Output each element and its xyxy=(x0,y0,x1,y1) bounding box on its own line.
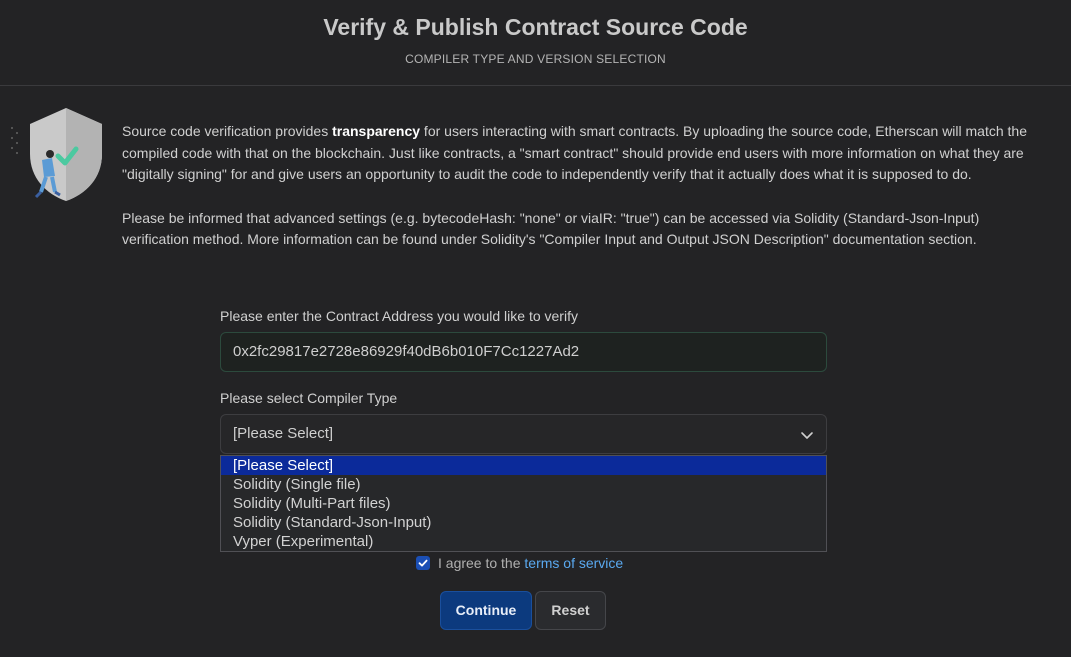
page-title: Verify & Publish Contract Source Code xyxy=(323,14,748,40)
compiler-type-selected-value: [Please Select] xyxy=(233,425,334,442)
intro-paragraph-2: Please be informed that advanced setting… xyxy=(122,209,980,248)
compiler-option-solidity-multipart[interactable]: Solidity (Multi-Part files) xyxy=(221,494,826,513)
page-header: Verify & Publish Contract Source Code CO… xyxy=(0,0,1071,86)
compiler-option-vyper[interactable]: Vyper (Experimental) xyxy=(221,532,826,551)
compiler-type-dropdown: [Please Select] Solidity (Single file) S… xyxy=(220,455,827,552)
chevron-down-icon xyxy=(801,432,813,439)
intro-bold-text: transparency xyxy=(332,123,421,139)
continue-button[interactable]: Continue xyxy=(440,591,532,630)
compiler-type-label: Please select Compiler Type xyxy=(220,390,398,406)
terms-prefix: I agree to the xyxy=(438,555,525,571)
checkmark-icon xyxy=(418,559,428,567)
intro-text: Source code verification provides transp… xyxy=(122,121,1042,251)
intro-paragraph-1: Source code verification provides transp… xyxy=(122,121,1042,186)
compiler-type-select[interactable]: [Please Select] xyxy=(220,414,827,454)
compiler-option-please-select[interactable]: [Please Select] xyxy=(221,456,826,475)
verification-shield-illustration xyxy=(8,106,108,206)
compiler-option-solidity-json[interactable]: Solidity (Standard-Json-Input) xyxy=(221,513,826,532)
page-subtitle: COMPILER TYPE AND VERSION SELECTION xyxy=(405,52,666,66)
terms-text: I agree to the terms of service xyxy=(438,555,623,571)
intro-text-part: Source code verification provides xyxy=(122,123,333,139)
compiler-option-solidity-single[interactable]: Solidity (Single file) xyxy=(221,475,826,494)
terms-checkbox[interactable] xyxy=(416,556,430,570)
terms-of-service-link[interactable]: terms of service xyxy=(524,555,623,571)
contract-address-label: Please enter the Contract Address you wo… xyxy=(220,308,578,324)
reset-button[interactable]: Reset xyxy=(535,591,606,630)
contract-address-input[interactable]: 0x2fc29817e2728e86929f40dB6b010F7Cc1227A… xyxy=(220,332,827,372)
